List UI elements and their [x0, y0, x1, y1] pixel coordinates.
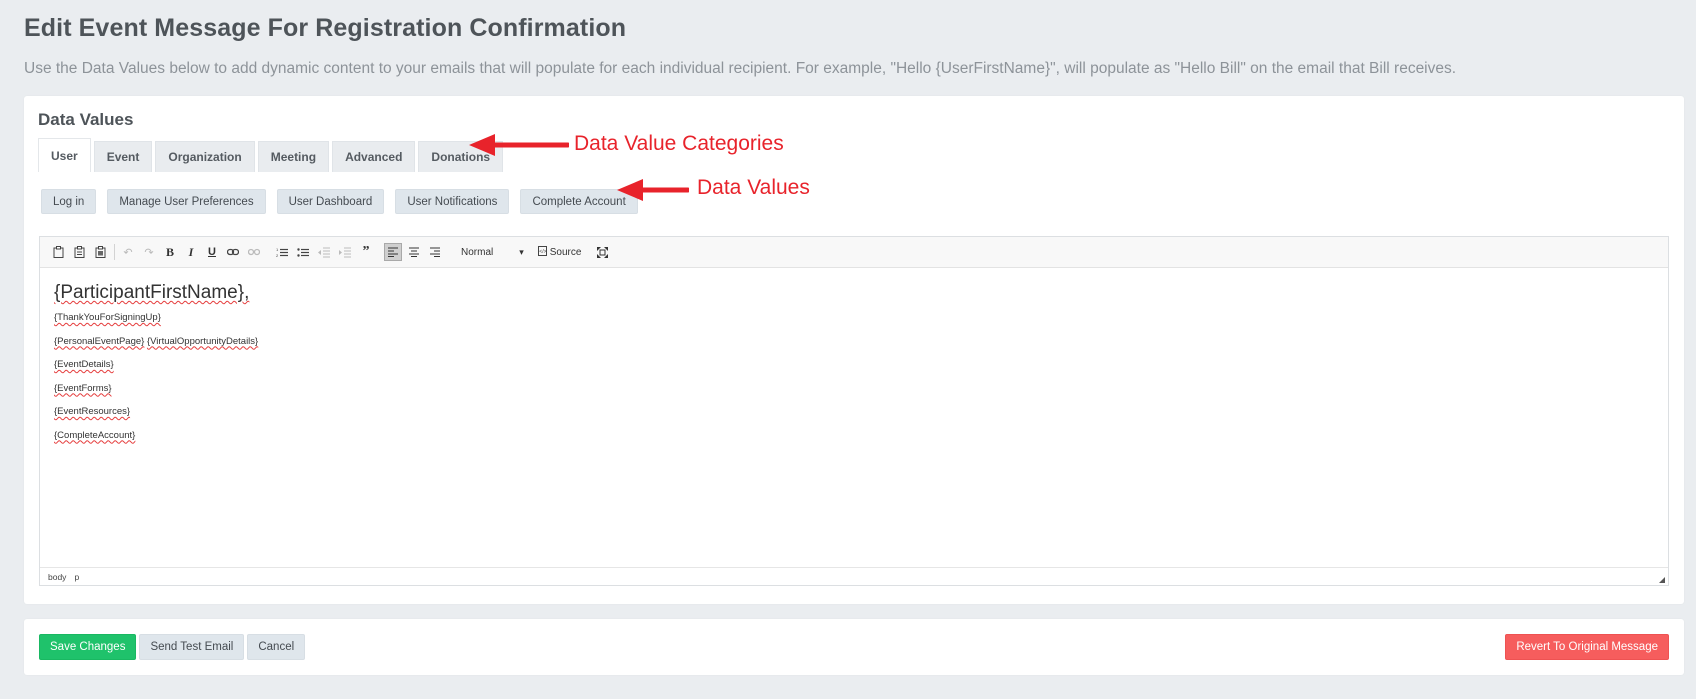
dv-user-dashboard-button[interactable]: User Dashboard [276, 189, 385, 214]
source-icon: </> [537, 245, 547, 259]
editor-toolbar: ↶ ↷ B I U 12 ” Normal ▾ </> Source [40, 237, 1668, 268]
greeting-line: {ParticipantFirstName}, [54, 282, 1654, 304]
svg-text:1: 1 [276, 247, 279, 252]
data-values-card: Data Values User Event Organization Meet… [24, 96, 1684, 604]
cancel-button[interactable]: Cancel [247, 634, 306, 660]
token-event-resources: {EventResources} [54, 406, 131, 417]
toolbar-separator [268, 244, 269, 260]
editor-content[interactable]: {ParticipantFirstName}, {ThankYouForSign… [40, 268, 1668, 467]
categories-annotation: Data Value Categories [574, 132, 784, 155]
path-p[interactable]: p [74, 572, 79, 582]
token-thank-you: {ThankYouForSigningUp} [54, 312, 161, 323]
token-event-forms: {EventForms} [54, 382, 112, 394]
paste-text-icon[interactable] [70, 243, 88, 261]
send-test-email-button[interactable]: Send Test Email [139, 634, 245, 660]
format-select[interactable]: Normal ▾ [461, 247, 524, 258]
tab-advanced[interactable]: Advanced [332, 141, 416, 172]
dv-manage-user-preferences-button[interactable]: Manage User Preferences [107, 189, 266, 214]
footer-actions: Save Changes Send Test Email Cancel [39, 634, 308, 660]
content-paragraph: {EventDetails} [54, 359, 1654, 370]
blockquote-icon[interactable]: ” [357, 243, 375, 261]
chevron-down-icon: ▾ [519, 246, 524, 257]
dv-log-in-button[interactable]: Log in [41, 189, 97, 214]
revert-to-original-button[interactable]: Revert To Original Message [1505, 634, 1669, 660]
tab-organization[interactable]: Organization [155, 141, 255, 172]
maximize-icon[interactable] [593, 243, 611, 261]
toolbar-separator [114, 244, 115, 260]
tab-event[interactable]: Event [93, 141, 153, 172]
page-description: Use the Data Values below to add dynamic… [24, 60, 1457, 77]
resize-handle-icon[interactable] [1659, 577, 1665, 583]
svg-text:2: 2 [276, 253, 279, 258]
values-annotation: Data Values [697, 176, 810, 199]
section-title: Data Values [38, 110, 134, 129]
bulleted-list-icon[interactable] [294, 243, 312, 261]
undo-icon[interactable]: ↶ [119, 243, 137, 261]
token-personal-event-page: {PersonalEventPage} [54, 335, 145, 347]
source-button[interactable]: </> Source [537, 245, 582, 259]
values-arrow-icon [617, 179, 689, 201]
unlink-icon[interactable] [245, 243, 263, 261]
rich-text-editor: ↶ ↷ B I U 12 ” Normal ▾ </> Source {Part… [39, 236, 1669, 586]
numbered-list-icon[interactable]: 12 [273, 243, 291, 261]
actions-card: Save Changes Send Test Email Cancel Reve… [24, 619, 1684, 675]
data-value-buttons: Log in Manage User Preferences User Dash… [41, 189, 649, 214]
category-tabs: User Event Organization Meeting Advanced… [38, 138, 506, 172]
dv-user-notifications-button[interactable]: User Notifications [395, 189, 510, 214]
token-event-details: {EventDetails} [54, 359, 114, 370]
editor-status-bar: body p [40, 567, 1668, 585]
paste-word-icon[interactable] [91, 243, 109, 261]
align-right-icon[interactable] [426, 243, 444, 261]
svg-text:</>: </> [539, 249, 546, 255]
link-icon[interactable] [224, 243, 242, 261]
source-label: Source [549, 246, 582, 258]
align-center-icon[interactable] [405, 243, 423, 261]
tab-meeting[interactable]: Meeting [257, 141, 330, 172]
increase-indent-icon[interactable] [336, 243, 354, 261]
path-body[interactable]: body [48, 572, 66, 582]
italic-icon[interactable]: I [182, 243, 200, 261]
categories-arrow-icon [469, 134, 569, 156]
tab-user[interactable]: User [38, 138, 91, 172]
underline-icon[interactable]: U [203, 243, 221, 261]
decrease-indent-icon[interactable] [315, 243, 333, 261]
redo-icon[interactable]: ↷ [140, 243, 158, 261]
save-changes-button[interactable]: Save Changes [39, 634, 137, 660]
page-title: Edit Event Message For Registration Conf… [24, 14, 627, 42]
paste-icon[interactable] [49, 243, 67, 261]
content-paragraph: {EventForms} [54, 383, 1654, 394]
content-paragraph: {PersonalEventPage} {VirtualOpportunityD… [54, 336, 1654, 347]
token-virtual-opportunity-details: {VirtualOpportunityDetails} [146, 335, 259, 347]
align-left-icon[interactable] [384, 243, 402, 261]
format-value: Normal [461, 246, 494, 258]
greeting-token: {ParticipantFirstName}, [54, 282, 250, 303]
content-paragraph: {EventResources} [54, 406, 1654, 417]
content-paragraph: {ThankYouForSigningUp} [54, 312, 1654, 323]
bold-icon[interactable]: B [161, 243, 179, 261]
token-complete-account: {CompleteAccount} [54, 429, 136, 441]
content-paragraph: {CompleteAccount} [54, 430, 1654, 441]
